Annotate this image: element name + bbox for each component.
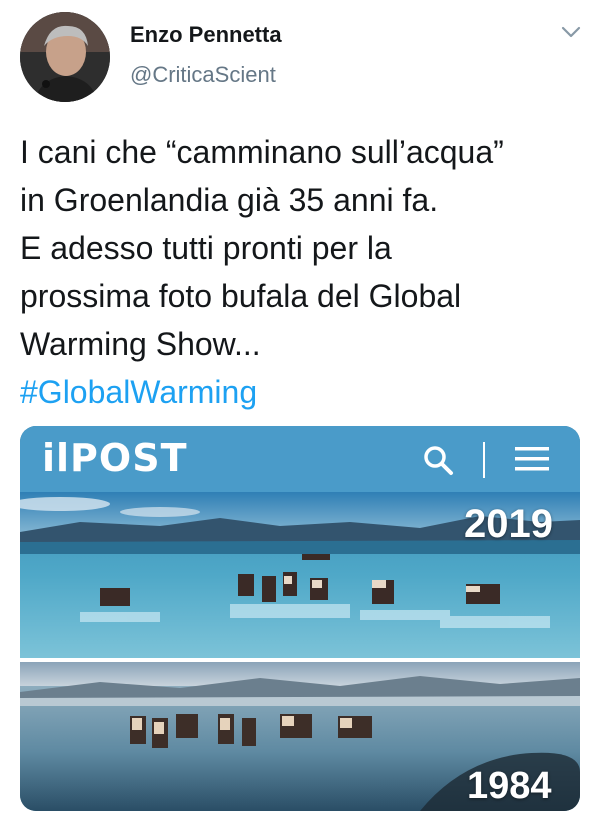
avatar[interactable] [20, 12, 110, 102]
chevron-down-icon[interactable] [560, 24, 582, 40]
tweet-line: I cani che “camminano sull’acqua” [20, 134, 504, 170]
search-icon [424, 446, 453, 475]
tweet-line: prossima foto bufala del Global [20, 278, 462, 314]
post-logo: ilPOST [42, 436, 188, 480]
post-header-bar: ilPOST [20, 426, 580, 492]
hashtag-link[interactable]: #GlobalWarming [20, 368, 590, 416]
tweet-line: E adesso tutti pronti per la [20, 230, 392, 266]
header-divider [483, 442, 485, 478]
author-handle[interactable]: @CriticaScient [130, 62, 276, 88]
tweet-line: Warming Show... [20, 326, 261, 362]
menu-icon [515, 447, 549, 471]
year-label-2019: 2019 [464, 502, 553, 546]
tweet-media[interactable]: ilPOST 2019 1984 [20, 426, 580, 811]
tweet-header: Enzo Pennetta @CriticaScient [0, 0, 600, 110]
tweet-line: in Groenlandia già 35 anni fa. [20, 182, 439, 218]
tweet-text: I cani che “camminano sull’acqua” in Gro… [20, 128, 590, 416]
year-label-1984: 1984 [467, 765, 552, 807]
author-name[interactable]: Enzo Pennetta [130, 22, 282, 48]
